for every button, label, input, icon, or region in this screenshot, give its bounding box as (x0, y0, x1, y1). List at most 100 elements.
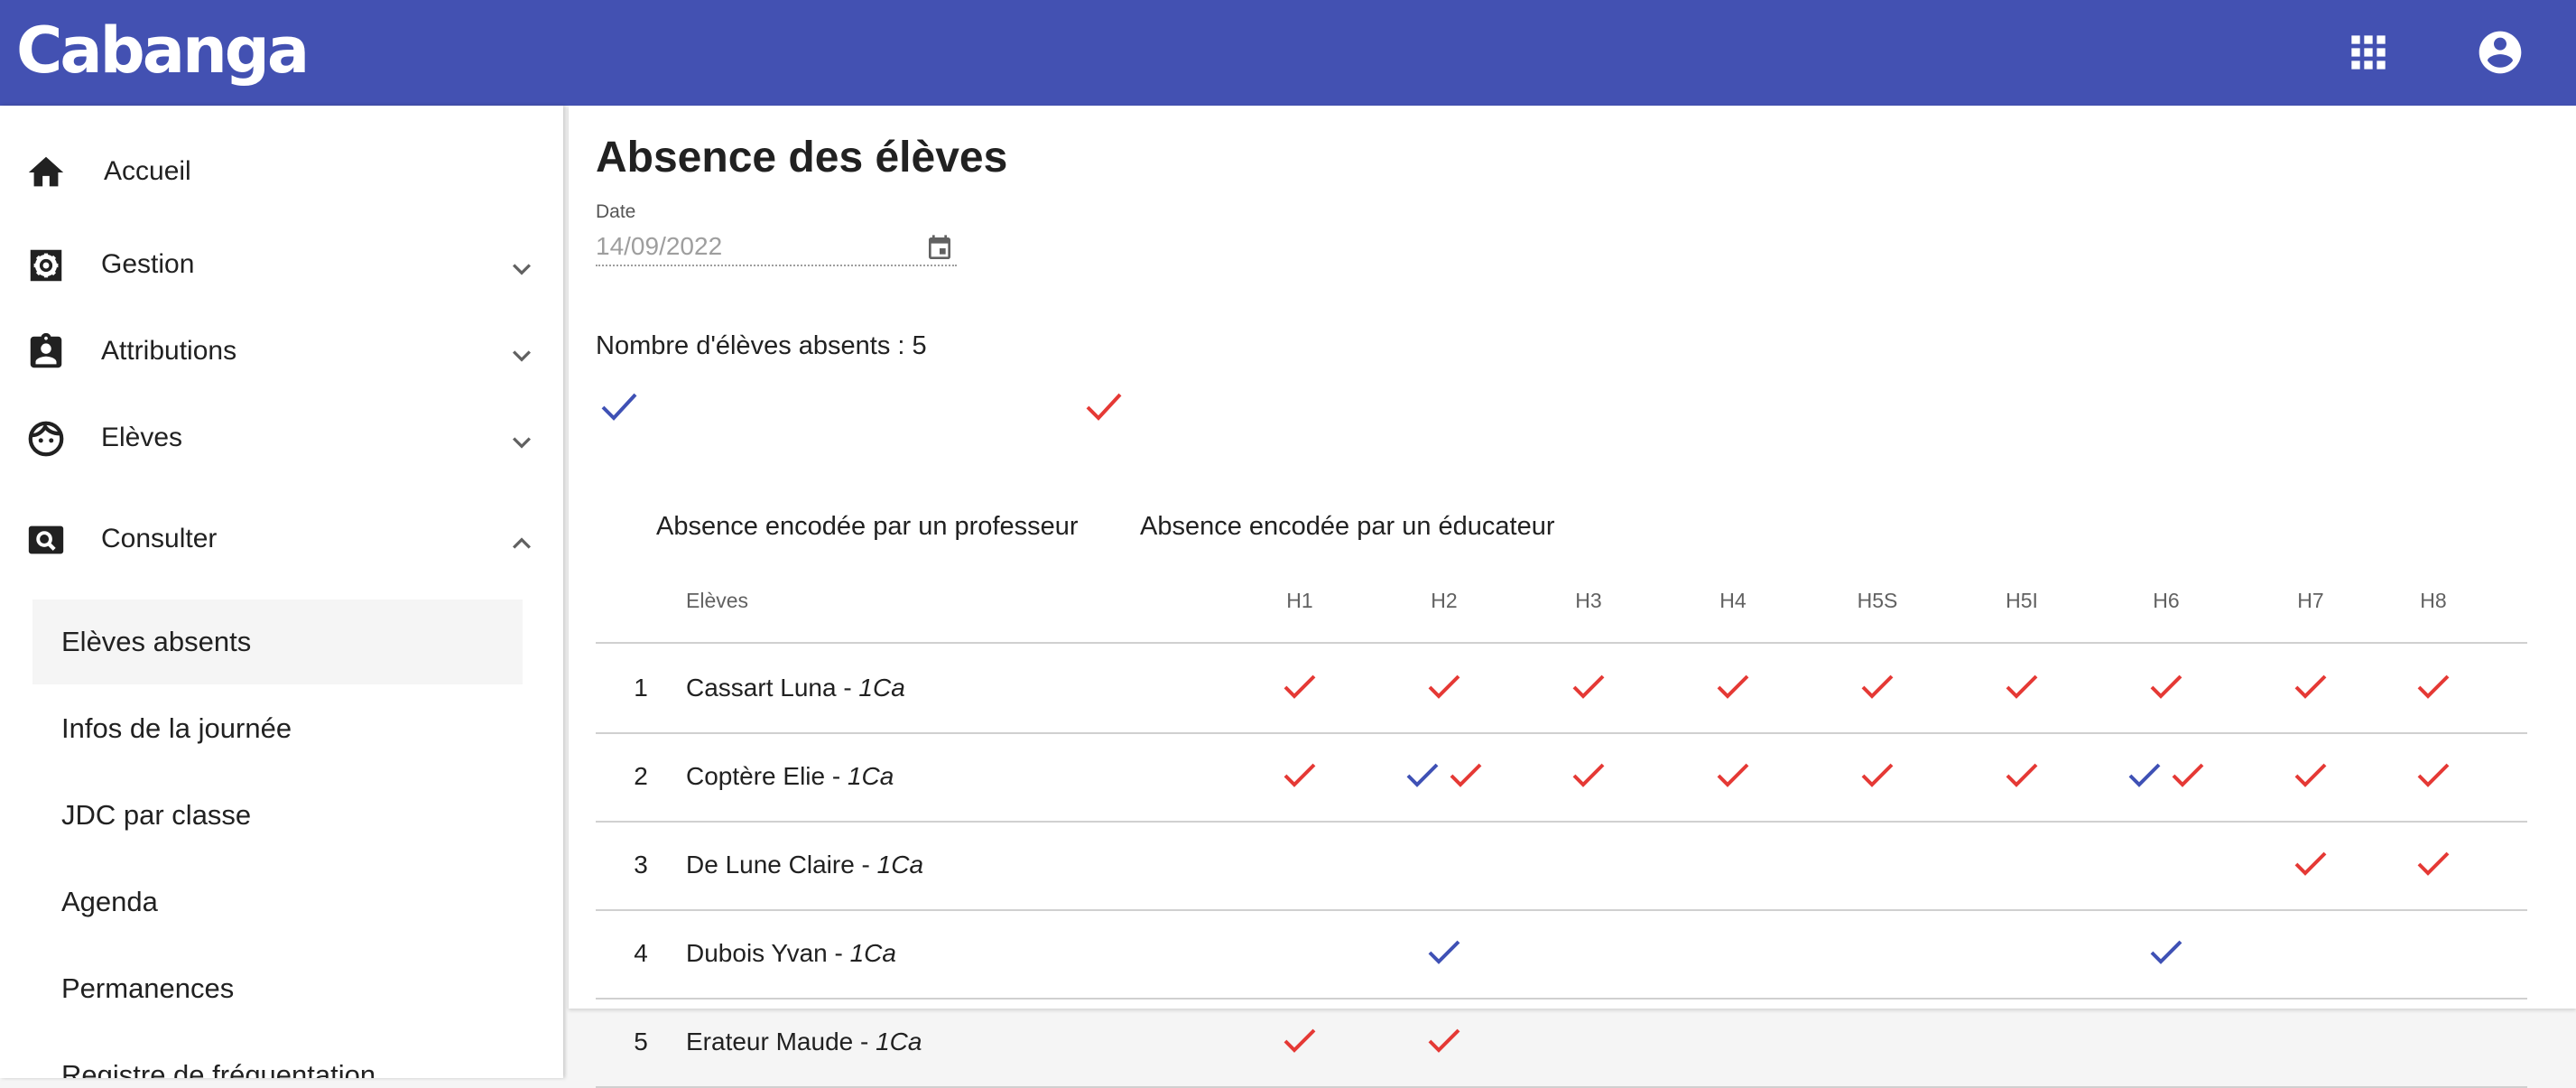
absent-count: Nombre d'élèves absents : 5 (596, 331, 927, 360)
sidebar-subitem-eleves-absents[interactable]: Elèves absents (32, 600, 523, 684)
student-name: Dubois Yvan - 1Ca (686, 939, 896, 967)
educator-check-icon (2415, 850, 2451, 879)
educator-check-icon (2293, 761, 2329, 790)
teacher-check-icon (599, 391, 639, 423)
educator-check-icon (1859, 761, 1895, 790)
apps-icon[interactable] (2343, 27, 2394, 78)
student-class: 1Ca (847, 762, 894, 790)
educator-check-icon (1571, 761, 1607, 790)
chevron-down-icon[interactable] (504, 424, 540, 460)
educator-check-icon (1282, 673, 1318, 702)
sidebar-item-accueil[interactable]: Accueil (0, 135, 563, 208)
educator-check-icon (1715, 761, 1751, 790)
row-index: 3 (634, 851, 648, 879)
educator-check-icon (2415, 673, 2451, 702)
chevron-down-icon[interactable] (504, 251, 540, 287)
column-header-h4: H4 (1719, 589, 1747, 612)
educator-check-icon (2004, 673, 2040, 702)
sidebar-subitem-label: Permanences (61, 972, 235, 1004)
sidebar-subitem-infos-journee[interactable]: Infos de la journée (32, 686, 523, 771)
table-row: 4 Dubois Yvan - 1Ca (596, 909, 2527, 1000)
teacher-check-icon (2148, 938, 2184, 967)
educator-check-icon (1571, 673, 1607, 702)
row-index: 2 (634, 762, 648, 790)
educator-check-icon (1448, 761, 1484, 790)
column-header-h6: H6 (2153, 589, 2180, 612)
chevron-down-icon[interactable] (504, 338, 540, 374)
sidebar-subitem-label: JDC par classe (61, 799, 252, 831)
column-header-h3: H3 (1575, 589, 1602, 612)
educator-check-icon (2148, 673, 2184, 702)
legend-teacher-label: Absence encodée par un professeur (656, 512, 1079, 541)
student-class: 1Ca (849, 939, 896, 967)
page-title: Absence des élèves (596, 134, 1008, 181)
educator-check-icon (1282, 761, 1318, 790)
sidebar-item-gestion[interactable]: Gestion (0, 228, 563, 301)
student-name: Erateur Maude - 1Ca (686, 1028, 922, 1055)
date-input[interactable] (596, 228, 957, 266)
main-content: Absence des élèves Date Nombre d'élèves … (569, 106, 2576, 1088)
sidebar-subitem-label: Agenda (61, 886, 158, 917)
date-label: Date (596, 201, 636, 222)
search-box-icon (25, 519, 67, 561)
educator-check-icon (1715, 673, 1751, 702)
sidebar-item-eleves[interactable]: Elèves (0, 402, 563, 474)
sidebar-item-label: Elèves (101, 423, 183, 452)
sidebar: Accueil Gestion Attributions Elèves Cons… (0, 106, 563, 1078)
educator-check-icon (1282, 1027, 1318, 1055)
column-header-h2: H2 (1431, 589, 1458, 612)
row-index: 4 (634, 939, 648, 967)
student-class: 1Ca (876, 851, 924, 879)
sidebar-subitem-label: Registre de fréquentation (61, 1059, 376, 1078)
calendar-icon[interactable] (925, 234, 954, 263)
row-index: 1 (634, 674, 648, 702)
sidebar-subitem-registre-frequentation[interactable]: Registre de fréquentation (32, 1033, 523, 1078)
cabanga-logo[interactable]: Cabanga (16, 13, 310, 88)
column-header-h5i: H5I (2006, 589, 2038, 612)
sidebar-item-label: Accueil (104, 156, 191, 186)
sidebar-item-label: Gestion (101, 249, 195, 279)
column-header-eleves: Elèves (686, 589, 749, 612)
table-row: 2 Coptère Elie - 1Ca (596, 732, 2527, 823)
teacher-check-icon (1426, 938, 1462, 967)
sidebar-subitem-jdc-classe[interactable]: JDC par classe (32, 773, 523, 858)
teacher-check-icon (1404, 761, 1441, 790)
educator-check-icon (1084, 391, 1124, 423)
educator-check-icon (2415, 761, 2451, 790)
sidebar-subitem-label: Infos de la journée (61, 712, 292, 744)
educator-check-icon (2170, 761, 2206, 790)
student-name: Cassart Luna - 1Ca (686, 674, 905, 702)
educator-check-icon (1426, 673, 1462, 702)
face-icon (25, 418, 67, 460)
account-icon[interactable] (2475, 27, 2525, 78)
table-row: 3 De Lune Claire - 1Ca (596, 821, 2527, 911)
column-header-h8: H8 (2420, 589, 2447, 612)
educator-check-icon (1426, 1027, 1462, 1055)
sidebar-subitem-permanences[interactable]: Permanences (32, 946, 523, 1031)
clipboard-user-icon (25, 331, 67, 373)
sidebar-subitem-label: Elèves absents (61, 626, 252, 657)
student-name: Coptère Elie - 1Ca (686, 762, 894, 790)
student-class: 1Ca (876, 1028, 922, 1055)
educator-check-icon (2293, 673, 2329, 702)
sidebar-item-consulter[interactable]: Consulter (0, 503, 563, 575)
table-row: 5 Erateur Maude - 1Ca (596, 998, 2527, 1088)
sidebar-item-label: Attributions (101, 336, 237, 366)
chevron-up-icon[interactable] (504, 525, 540, 562)
top-app-bar: Cabanga (0, 0, 2576, 106)
column-header-h5s: H5S (1857, 589, 1898, 612)
educator-check-icon (2293, 850, 2329, 879)
legend-educator-label: Absence encodée par un éducateur (1140, 512, 1555, 541)
student-class: 1Ca (858, 674, 905, 702)
settings-icon (25, 245, 67, 286)
sidebar-item-attributions[interactable]: Attributions (0, 315, 563, 387)
teacher-check-icon (2127, 761, 2163, 790)
sidebar-subitem-agenda[interactable]: Agenda (32, 860, 523, 944)
educator-check-icon (2004, 761, 2040, 790)
educator-check-icon (1859, 673, 1895, 702)
column-header-h1: H1 (1286, 589, 1313, 612)
row-index: 5 (634, 1028, 648, 1055)
sidebar-item-label: Consulter (101, 524, 218, 553)
home-icon (25, 152, 67, 193)
table-row: 1 Cassart Luna - 1Ca (596, 644, 2527, 734)
